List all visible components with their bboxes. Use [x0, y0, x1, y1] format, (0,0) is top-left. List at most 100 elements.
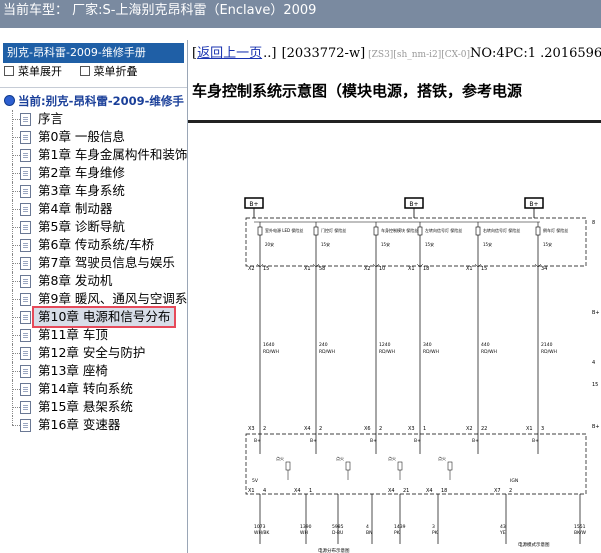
document-icon: [20, 347, 31, 360]
wiring-diagram: B+ B+ B+室外电源 LED 保险丝20安X2 151640RD/WHX3 2B+门…: [244, 197, 600, 553]
wire-gauge: 240: [319, 342, 328, 348]
document-icon: [20, 383, 31, 396]
back-link[interactable]: 返回上一页: [197, 46, 262, 61]
fuse-symbol: [313, 226, 319, 236]
chapter-item[interactable]: 第16章 变速器: [0, 416, 187, 434]
connector-pin: 2: [509, 488, 512, 494]
tree-branch-line: [12, 416, 14, 425]
fuse-rating: 15安: [483, 241, 492, 247]
sidebar: 别克-昂科雷-2009-维修手册 菜单展开 菜单折叠 当前:别克-昂科雷-200…: [0, 40, 188, 553]
chapter-item[interactable]: 第8章 发动机: [0, 272, 187, 290]
wire-gauge: 1640: [263, 342, 275, 348]
content-pane: [返回上一页..] [2033772-w] [ZS3][sh_nm-i2][CX-…: [188, 40, 601, 553]
menu-collapse-button[interactable]: 菜单折叠: [79, 65, 138, 78]
chapter-item[interactable]: 第4章 制动器: [0, 200, 187, 218]
tree-hook-line: [12, 371, 20, 372]
wire-color: RD/WH: [263, 349, 279, 355]
document-icon: [20, 419, 31, 432]
chapter-label: 第0章 一般信息: [38, 129, 125, 144]
wire-color: WH/BK: [254, 530, 270, 536]
tree-hook-line: [12, 191, 20, 192]
wire-gauge: 1439: [394, 524, 406, 530]
input-label: IGN: [510, 478, 518, 484]
menu-expand-button[interactable]: 菜单展开: [4, 65, 62, 78]
switch-label: 点火: [276, 455, 284, 461]
switch-symbol: [447, 461, 453, 471]
chapter-label: 第6章 传动系统/车桥: [38, 237, 155, 252]
chapter-item[interactable]: 第0章 一般信息: [0, 128, 187, 146]
reference-label: 电源模式示意图: [518, 541, 550, 548]
document-icon: [20, 293, 31, 306]
fuse-symbol: [257, 226, 263, 236]
document-icon: [20, 113, 31, 126]
wire-color: RD/WH: [541, 349, 557, 355]
chapter-item[interactable]: 第5章 诊断导航: [0, 218, 187, 236]
connector-pin: 1: [309, 488, 312, 494]
tree-hook-line: [12, 281, 20, 282]
chapter-item[interactable]: 第2章 车身维修: [0, 164, 187, 182]
reference-label: 电源分布示意图: [318, 547, 350, 553]
chapter-item[interactable]: 第14章 转向系统: [0, 380, 187, 398]
connector-pin: 21: [403, 488, 409, 494]
wire-gauge: 1551: [574, 524, 586, 530]
fuse-symbol: [373, 226, 379, 236]
chapter-item[interactable]: 第10章 电源和信号分布: [0, 306, 187, 328]
fuse-symbol: [475, 226, 481, 236]
connector-pin: 18: [441, 488, 447, 494]
collapse-icon: [79, 66, 90, 76]
chapter-item[interactable]: 第1章 车身金属构件和装饰: [0, 146, 187, 164]
tree-hook-line: [12, 299, 20, 300]
header-rule: [188, 120, 601, 123]
fuse-block-boundary: [245, 217, 587, 267]
window-title-bar: 当前车型： 厂家:S-上海别克昂科雷（Enclave）2009: [0, 0, 601, 28]
document-icon: [20, 401, 31, 414]
tree-hook-line: [12, 353, 20, 354]
wire-color: RD/WH: [423, 349, 439, 355]
connector-pin: 10: [379, 266, 385, 272]
chapter-label: 第10章 电源和信号分布: [31, 306, 177, 328]
chapter-item[interactable]: 第11章 车顶: [0, 326, 187, 344]
connector-id: X1: [248, 488, 255, 494]
wire-color: RD/WH: [481, 349, 497, 355]
wire-color: RD/WH: [319, 349, 335, 355]
chapter-item[interactable]: 第6章 传动系统/车桥: [0, 236, 187, 254]
connector-pin: 18: [423, 266, 429, 272]
chapter-label: 第12章 安全与防护: [38, 345, 146, 360]
tree-root[interactable]: 当前:别克-昂科雷-2009-维修手: [0, 92, 187, 110]
connector-pin: 15: [481, 266, 487, 272]
connector-pin: 2: [263, 426, 266, 432]
wire-gauge: 340: [423, 342, 432, 348]
tree-hook-line: [12, 155, 20, 156]
chapter-label: 序言: [38, 111, 64, 126]
chapter-item[interactable]: 第12章 安全与防护: [0, 344, 187, 362]
bplus-label: B+: [254, 438, 261, 444]
chapter-label: 第3章 车身系统: [38, 183, 125, 198]
switch-label: 点火: [438, 455, 446, 461]
doc-id: [2033772-w]: [281, 46, 366, 61]
chapter-item[interactable]: 第7章 驾驶员信息与娱乐: [0, 254, 187, 272]
wire-color: BN: [366, 530, 372, 536]
connector-id: X1: [466, 266, 473, 272]
bplus-label: B+: [472, 438, 479, 444]
chapter-item[interactable]: 第9章 暖风、通风与空调系统: [0, 290, 187, 308]
chapter-label: 第13章 座椅: [38, 363, 108, 378]
connector-pin: 4: [263, 488, 266, 494]
tree-root-label: 当前:别克-昂科雷-2009-维修手: [18, 94, 184, 108]
chapter-item[interactable]: 序言: [0, 110, 187, 128]
fuse-name: 门控灯 保险丝: [321, 227, 346, 233]
bplus-label: B+: [414, 438, 421, 444]
fuse-rating: 15安: [425, 241, 434, 247]
chapter-item[interactable]: 第15章 悬架系统: [0, 398, 187, 416]
document-icon: [20, 365, 31, 378]
connector-id: X4: [294, 488, 301, 494]
wire-gauge: 1073: [254, 524, 266, 530]
connector-id: X3: [408, 426, 415, 432]
fuse-name: 室外电源 LED 保险丝: [265, 227, 303, 233]
tree-hook-line: [12, 425, 20, 426]
bplus-label: B+: [370, 438, 377, 444]
wire-color: YE: [499, 530, 506, 536]
chapter-item[interactable]: 第13章 座椅: [0, 362, 187, 380]
chapter-item[interactable]: 第3章 车身系统: [0, 182, 187, 200]
connector-pin: 15: [263, 266, 269, 272]
connector-id: X4: [426, 488, 433, 494]
